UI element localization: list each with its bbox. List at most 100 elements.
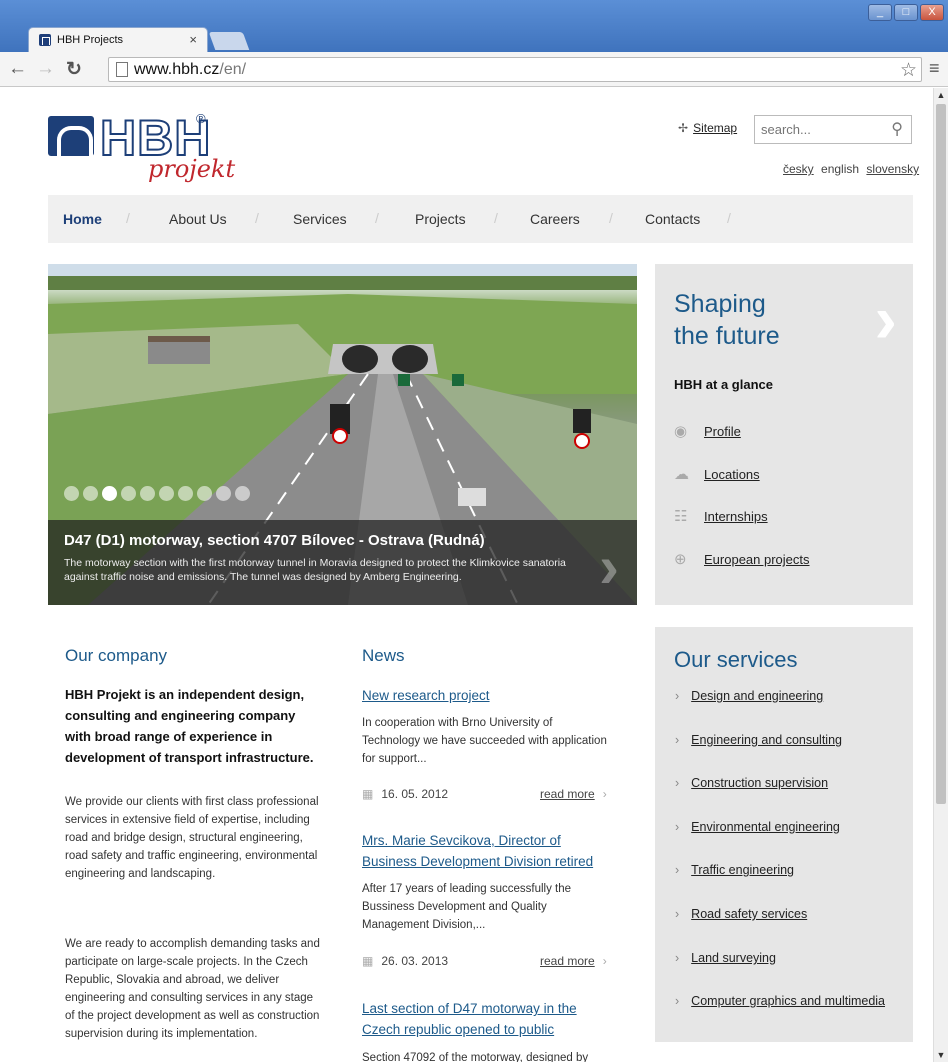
glance-link-label[interactable]: Locations: [704, 467, 760, 482]
next-slide-chevron-icon[interactable]: ›: [599, 532, 619, 601]
read-more-link[interactable]: read more ›: [540, 787, 607, 801]
hero-slideshow[interactable]: D47 (D1) motorway, section 4707 Bílovec …: [48, 264, 637, 605]
tab-close-button[interactable]: ×: [189, 32, 197, 47]
nav-contacts[interactable]: Contacts: [645, 211, 700, 227]
nav-separator: /: [609, 210, 613, 226]
search-box[interactable]: ⚲: [754, 115, 912, 144]
read-more-label[interactable]: read more: [540, 954, 595, 968]
service-label[interactable]: Computer graphics and multimedia: [691, 994, 885, 1008]
service-label[interactable]: Traffic engineering: [691, 863, 794, 877]
scroll-down-arrow-icon[interactable]: ▼: [934, 1048, 948, 1062]
close-window-button[interactable]: X: [920, 4, 944, 21]
read-more-link[interactable]: read more ›: [540, 954, 607, 968]
slide-dot[interactable]: [140, 486, 155, 501]
lang-czech[interactable]: česky: [783, 162, 814, 176]
profile-icon: ◉: [674, 423, 688, 440]
new-tab-button[interactable]: [208, 32, 250, 50]
scroll-up-arrow-icon[interactable]: ▲: [934, 88, 948, 102]
slide-dot[interactable]: [178, 486, 193, 501]
service-label[interactable]: Road safety services: [691, 907, 807, 921]
page-scrollbar[interactable]: ▲ ▼: [933, 88, 948, 1062]
read-more-label[interactable]: read more: [540, 787, 595, 801]
service-link[interactable]: › Land surveying: [675, 951, 776, 965]
company-paragraph-1: We provide our clients with first class …: [65, 796, 319, 880]
slide-dot[interactable]: [235, 486, 250, 501]
service-label[interactable]: Environmental engineering: [691, 820, 840, 834]
minimize-button[interactable]: _: [868, 4, 892, 21]
window-controls: _ □ X: [868, 4, 944, 21]
reload-icon[interactable]: ↻: [66, 58, 82, 81]
chevron-right-icon: ›: [602, 954, 607, 968]
browser-titlebar: HBH Projects × _ □ X: [0, 0, 948, 52]
slide-title: D47 (D1) motorway, section 4707 Bílovec …: [64, 532, 485, 549]
service-link[interactable]: › Engineering and consulting: [675, 733, 842, 747]
slide-dot[interactable]: [197, 486, 212, 501]
glance-link-label[interactable]: European projects: [704, 552, 810, 567]
chevron-right-icon: ›: [675, 776, 680, 790]
chevron-right-icon: ›: [675, 863, 680, 877]
service-link[interactable]: › Road safety services: [675, 907, 807, 921]
service-link[interactable]: › Design and engineering: [675, 689, 823, 703]
news-item-title[interactable]: Mrs. Marie Sevcikova, Director of Busine…: [362, 830, 602, 872]
hbh-logo[interactable]: HBH ® projekt: [48, 109, 235, 183]
nav-services[interactable]: Services: [293, 211, 347, 227]
slide-dot-active[interactable]: [102, 486, 117, 501]
sitemap-link[interactable]: ✢ Sitemap: [678, 121, 737, 135]
service-label[interactable]: Engineering and consulting: [691, 733, 842, 747]
nav-home[interactable]: Home: [63, 211, 102, 227]
chevron-right-icon: ›: [675, 951, 680, 965]
scrollbar-thumb[interactable]: [936, 104, 946, 804]
browser-tab[interactable]: HBH Projects ×: [28, 27, 208, 52]
news-item-title[interactable]: Last section of D47 motorway in the Czec…: [362, 998, 602, 1040]
slide-dot[interactable]: [121, 486, 136, 501]
glance-link-label[interactable]: Profile: [704, 424, 741, 439]
service-label[interactable]: Land surveying: [691, 951, 776, 965]
language-switcher: česky english slovensky: [783, 162, 919, 176]
slide-dot[interactable]: [83, 486, 98, 501]
services-panel: Our services › Design and engineering › En…: [655, 627, 913, 1042]
slide-dot[interactable]: [159, 486, 174, 501]
glance-link-european-projects[interactable]: ⊕ European projects: [674, 550, 810, 568]
nav-separator: /: [727, 210, 731, 226]
nav-projects[interactable]: Projects: [415, 211, 466, 227]
address-bar[interactable]: www.hbh.cz/en/ ☆: [108, 57, 922, 82]
company-heading: Our company: [65, 646, 168, 665]
chevron-right-icon: ›: [675, 907, 680, 921]
service-label[interactable]: Construction supervision: [691, 776, 828, 790]
news-item-text: Section 47092 of the motorway, designed …: [362, 1052, 589, 1062]
service-link[interactable]: › Construction supervision: [675, 776, 828, 790]
chevron-right-icon: ›: [675, 820, 680, 834]
bookmark-star-icon[interactable]: ☆: [900, 59, 917, 82]
chevron-right-icon: ›: [675, 689, 680, 703]
slide-caption: D47 (D1) motorway, section 4707 Bílovec …: [48, 520, 637, 605]
main-navigation: Home / About Us / Services / Projects / …: [48, 195, 913, 243]
glance-link-profile[interactable]: ◉ Profile: [674, 422, 741, 440]
back-arrow-icon[interactable]: ←: [8, 58, 27, 80]
slide-text: The motorway section with the first moto…: [64, 557, 566, 583]
sitemap-label[interactable]: Sitemap: [693, 121, 737, 135]
slide-dot[interactable]: [216, 486, 231, 501]
service-label[interactable]: Design and engineering: [691, 689, 823, 703]
maximize-button[interactable]: □: [894, 4, 918, 21]
chevron-right-icon[interactable]: ›: [874, 280, 897, 358]
service-link[interactable]: › Environmental engineering: [675, 820, 840, 834]
news-item-date: ▦ 26. 03. 2013: [362, 954, 448, 968]
lang-slovak[interactable]: slovensky: [866, 162, 919, 176]
nav-careers[interactable]: Careers: [530, 211, 580, 227]
glance-subtitle: HBH at a glance: [674, 377, 773, 392]
company-intro: HBH Projekt is an independent design, co…: [65, 687, 314, 765]
glance-link-internships[interactable]: ☷ Internships: [674, 507, 768, 525]
news-item-title[interactable]: New research project: [362, 685, 602, 706]
glance-link-locations[interactable]: ☁ Locations: [674, 465, 760, 483]
forward-arrow-icon[interactable]: →: [36, 58, 55, 80]
service-link[interactable]: › Computer graphics and multimedia: [675, 994, 885, 1008]
browser-toolbar: ← → ↻ www.hbh.cz/en/ ☆ ≡: [0, 52, 948, 87]
nav-separator: /: [494, 210, 498, 226]
search-icon[interactable]: ⚲: [891, 119, 903, 139]
browser-menu-icon[interactable]: ≡: [929, 58, 940, 79]
service-link[interactable]: › Traffic engineering: [675, 863, 794, 877]
nav-about-us[interactable]: About Us: [169, 211, 227, 227]
search-input[interactable]: [761, 122, 881, 137]
slide-dot[interactable]: [64, 486, 79, 501]
glance-link-label[interactable]: Internships: [704, 509, 768, 524]
